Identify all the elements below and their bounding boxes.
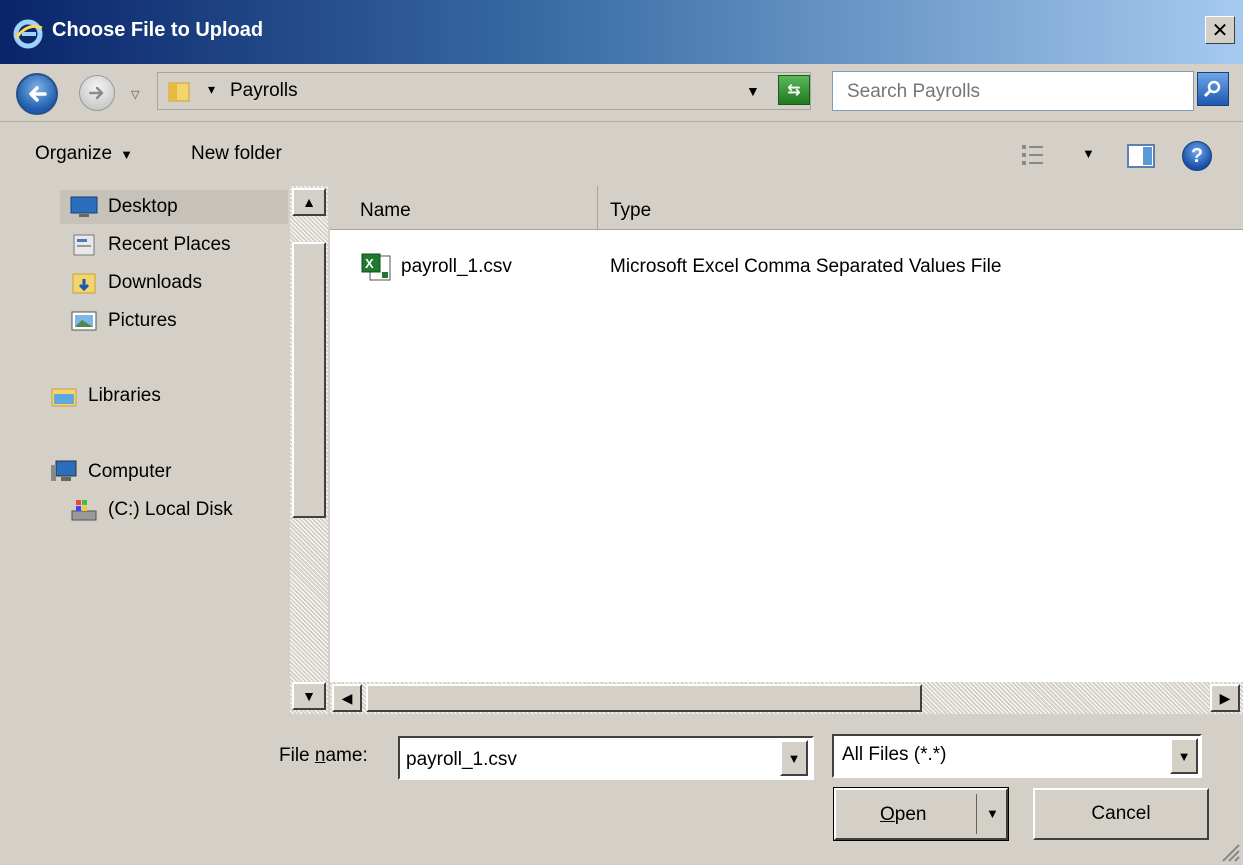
sidebar-item-local-disk[interactable]: (C:) Local Disk [70, 493, 233, 527]
view-options-dropdown-icon[interactable]: ▼ [1082, 146, 1095, 161]
recent-places-icon [70, 231, 98, 259]
address-bar: ▽ ▾ Payrolls ▼ ⇆ [0, 64, 1243, 122]
cancel-button[interactable]: Cancel [1033, 788, 1209, 840]
sidebar-item-label: Desktop [108, 196, 178, 217]
local-disk-icon [70, 496, 98, 524]
file-name-label: File name: [279, 745, 368, 766]
scroll-left-button[interactable]: ◀ [332, 684, 362, 712]
column-header-name[interactable]: Name [360, 200, 411, 222]
breadcrumb-chevron-icon[interactable]: ▾ [208, 81, 215, 98]
arrow-left-icon: ◀ [341, 689, 353, 706]
sidebar-item-recent-places[interactable]: Recent Places [70, 228, 231, 262]
window-title: Choose File to Upload [52, 19, 264, 41]
file-list[interactable]: Name Type X payroll_1.csv Microsoft Exce… [330, 186, 1243, 682]
dialog-footer: File name: ▼ All Files (*.*) ▼ Open ▼ Ca… [0, 714, 1243, 865]
arrow-right-icon: ▶ [1219, 689, 1231, 706]
navigation-scrollbar[interactable]: ▲ ▼ [290, 186, 328, 714]
excel-csv-icon: X [361, 253, 391, 281]
sidebar-item-label: Libraries [88, 385, 161, 406]
file-type-value: All Files (*.*) [842, 744, 947, 765]
sidebar-item-label: (C:) Local Disk [108, 499, 233, 520]
new-folder-button[interactable]: New folder [191, 143, 282, 165]
cancel-label: Cancel [1091, 803, 1151, 824]
scroll-up-button[interactable]: ▲ [292, 188, 326, 216]
back-arrow-icon [29, 86, 47, 102]
search-input[interactable] [847, 80, 1177, 104]
file-name-combobox[interactable]: ▼ [398, 736, 814, 780]
sidebar-item-libraries[interactable]: Libraries [50, 379, 161, 413]
scroll-right-button[interactable]: ▶ [1210, 684, 1240, 712]
file-type: Microsoft Excel Comma Separated Values F… [610, 256, 1002, 277]
command-toolbar: Organize ▼ New folder ▼ ? [0, 122, 1243, 186]
svg-text:X: X [365, 256, 374, 271]
open-label: Open [880, 804, 927, 825]
navigation-pane: Desktop Recent Places Downloads Pictures… [0, 186, 290, 714]
search-box[interactable] [832, 71, 1194, 111]
sidebar-item-label: Recent Places [108, 234, 231, 255]
resize-grip-icon[interactable] [1217, 839, 1241, 863]
address-box[interactable]: ▾ Payrolls ▼ [157, 72, 811, 110]
file-name-dropdown-button[interactable]: ▼ [780, 740, 808, 776]
arrow-down-icon: ▼ [302, 688, 316, 704]
open-options-dropdown-icon[interactable]: ▼ [986, 806, 999, 821]
downloads-folder-icon [70, 269, 98, 297]
computer-icon [50, 458, 78, 486]
file-list-horizontal-scrollbar[interactable]: ◀ ▶ [330, 682, 1243, 714]
chevron-down-icon: ▼ [787, 750, 801, 766]
open-split-divider [976, 794, 977, 834]
column-divider[interactable] [597, 186, 598, 230]
forward-button[interactable] [79, 75, 115, 111]
scroll-down-button[interactable]: ▼ [292, 682, 326, 710]
search-button[interactable] [1197, 72, 1229, 106]
sidebar-item-pictures[interactable]: Pictures [70, 304, 177, 338]
breadcrumb-payrolls[interactable]: Payrolls [230, 80, 298, 102]
sidebar-item-downloads[interactable]: Downloads [70, 266, 202, 300]
column-header: Name Type [330, 186, 1243, 230]
search-icon [1203, 80, 1221, 98]
close-button[interactable]: ✕ [1205, 16, 1235, 44]
sidebar-item-label: Downloads [108, 272, 202, 293]
help-icon: ? [1190, 144, 1204, 167]
view-details-icon[interactable] [1020, 142, 1050, 168]
file-name: payroll_1.csv [401, 256, 512, 277]
back-button[interactable] [16, 73, 58, 115]
file-type-select[interactable]: All Files (*.*) ▼ [832, 734, 1202, 778]
title-bar: Choose File to Upload ✕ [0, 0, 1243, 64]
libraries-icon [50, 382, 78, 410]
file-type-dropdown-button[interactable]: ▼ [1170, 738, 1198, 774]
arrow-up-icon: ▲ [302, 194, 316, 210]
refresh-button[interactable]: ⇆ [778, 75, 810, 105]
chevron-down-icon: ▼ [1177, 748, 1191, 764]
refresh-icon: ⇆ [787, 82, 801, 99]
organize-button[interactable]: Organize ▼ [35, 143, 133, 165]
horizontal-scroll-thumb[interactable] [366, 684, 922, 712]
folder-icon [168, 82, 190, 102]
close-icon: ✕ [1211, 19, 1229, 42]
help-button[interactable]: ? [1182, 141, 1212, 171]
recent-pages-dropdown-icon[interactable]: ▽ [131, 88, 139, 101]
sidebar-item-label: Computer [88, 461, 172, 482]
forward-arrow-icon [89, 86, 104, 100]
scroll-thumb[interactable] [292, 242, 326, 518]
internet-explorer-icon [13, 19, 43, 49]
sidebar-item-label: Pictures [108, 310, 177, 331]
chevron-down-icon: ▼ [120, 147, 133, 162]
pictures-icon [70, 307, 98, 335]
open-button[interactable]: Open ▼ [833, 787, 1009, 841]
new-folder-label: New folder [191, 143, 282, 164]
sidebar-item-computer[interactable]: Computer [50, 455, 171, 489]
sidebar-item-desktop[interactable]: Desktop [60, 190, 288, 224]
address-dropdown-icon[interactable]: ▼ [746, 83, 760, 99]
desktop-icon [70, 193, 98, 221]
file-name-field[interactable] [406, 747, 776, 773]
organize-label: Organize [35, 143, 113, 164]
column-header-type[interactable]: Type [610, 200, 651, 222]
preview-pane-icon[interactable] [1126, 142, 1156, 170]
file-row[interactable]: X payroll_1.csv Microsoft Excel Comma Se… [360, 252, 1220, 284]
